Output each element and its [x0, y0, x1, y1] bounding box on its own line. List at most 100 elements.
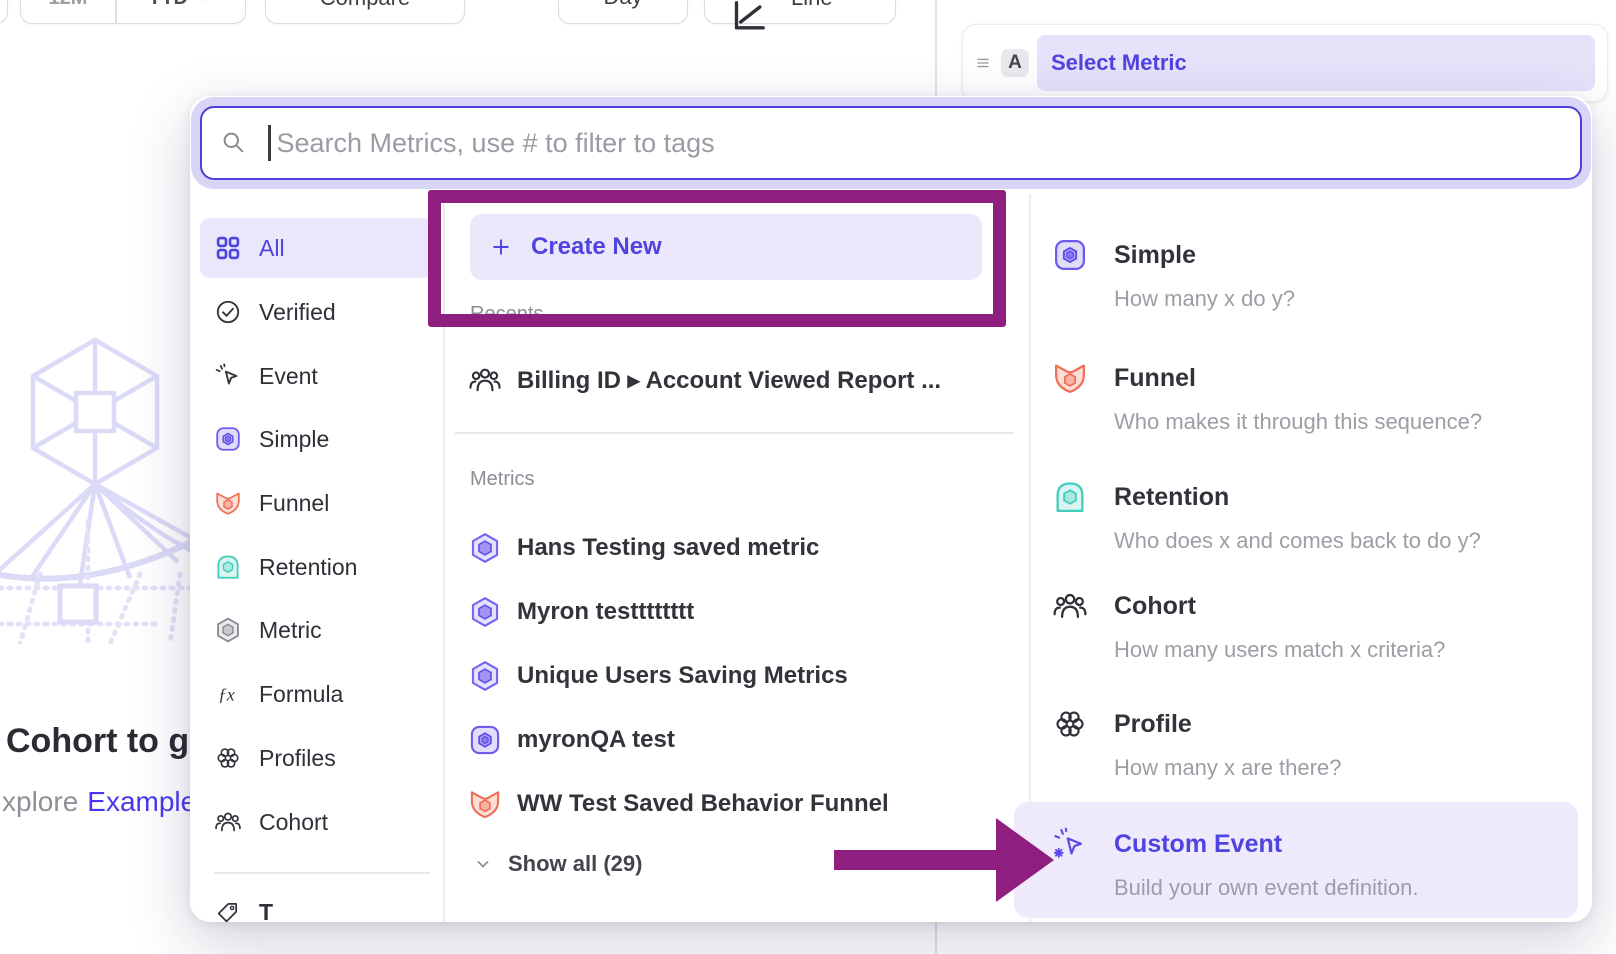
- metric-list-item[interactable]: myronQA test: [468, 716, 675, 764]
- profiles-flower-icon: [1052, 706, 1088, 742]
- funnel-icon: [1052, 360, 1088, 396]
- chevron-down-icon: [472, 853, 494, 875]
- type-title: Simple: [1114, 237, 1295, 273]
- sidebar-item-event[interactable]: Event: [200, 346, 433, 406]
- type-item-funnel[interactable]: Funnel Who makes it through this sequenc…: [1052, 360, 1482, 435]
- sidebar-section-divider: [214, 872, 430, 874]
- cohort-people-icon: [1052, 588, 1088, 624]
- sidebar-item-profiles[interactable]: Profiles: [200, 728, 433, 788]
- retention-icon: [214, 553, 242, 581]
- example-link[interactable]: Example: [87, 786, 196, 817]
- metric-row-card: A Select Metric: [962, 24, 1608, 102]
- recent-item-label: Billing ID ▸ Account Viewed Report ...: [517, 366, 941, 395]
- type-subtitle: Who does x and comes back to do y?: [1114, 528, 1481, 554]
- show-all-button[interactable]: Show all (29): [472, 844, 642, 884]
- sidebar-item-label: Profiles: [259, 745, 336, 772]
- simple-icon: [468, 723, 502, 757]
- funnel-icon: [214, 489, 242, 517]
- show-all-label: Show all (29): [508, 851, 642, 877]
- type-item-cohort[interactable]: Cohort How many users match x criteria?: [1052, 588, 1445, 663]
- drag-handle-icon[interactable]: [973, 53, 993, 73]
- sidebar-item-label: All: [259, 235, 285, 262]
- type-title: Profile: [1114, 706, 1341, 742]
- type-item-custom-event[interactable]: Custom Event Build your own event defini…: [1052, 826, 1419, 901]
- select-metric-pill[interactable]: Select Metric: [1037, 35, 1595, 91]
- metric-list-item[interactable]: Myron testttttttt: [468, 588, 694, 636]
- saved-metric-hexagon-icon: [468, 595, 502, 629]
- sidebar-item-verified[interactable]: Verified: [200, 282, 433, 342]
- subtext-fragment: xplore: [2, 786, 78, 817]
- type-subtitle: Who makes it through this sequence?: [1114, 409, 1482, 435]
- chart-type-line-button[interactable]: Line: [704, 0, 896, 24]
- profiles-flower-icon: [214, 744, 242, 772]
- sidebar-item-retention[interactable]: Retention: [200, 537, 433, 597]
- type-subtitle: How many x do y?: [1114, 286, 1295, 312]
- compare-button[interactable]: Compare: [265, 0, 465, 24]
- custom-event-icon: [1052, 826, 1088, 862]
- metric-item-label: Hans Testing saved metric: [517, 534, 819, 562]
- metric-item-label: Myron testttttttt: [517, 598, 694, 626]
- date-range-control: 12M YTD: [20, 0, 246, 24]
- plus-icon: [488, 234, 514, 260]
- tag-icon: [214, 898, 242, 922]
- metric-letter-badge: A: [1001, 49, 1029, 77]
- saved-metric-hexagon-icon: [468, 531, 502, 565]
- metric-hexagon-icon: [214, 616, 242, 644]
- type-title: Custom Event: [1114, 826, 1419, 862]
- sidebar-item-all[interactable]: All: [200, 218, 433, 278]
- type-item-profile[interactable]: Profile How many x are there?: [1052, 706, 1341, 781]
- cohort-people-icon: [468, 363, 502, 397]
- range-ytd-label: YTD: [148, 0, 188, 10]
- text-cursor: [268, 125, 271, 161]
- sidebar-item-label: Metric: [259, 617, 322, 644]
- create-new-label: Create New: [531, 233, 662, 261]
- type-item-simple[interactable]: Simple How many x do y?: [1052, 237, 1295, 312]
- toolbar-button-fragment[interactable]: [0, 0, 8, 24]
- range-12m-button[interactable]: 12M: [21, 0, 115, 23]
- type-subtitle: Build your own event definition.: [1114, 875, 1419, 901]
- line-chart-icon: [729, 0, 769, 37]
- sidebar-item-label: Retention: [259, 554, 357, 581]
- sidebar-item-partial[interactable]: T: [200, 882, 433, 922]
- sidebar-item-metric[interactable]: Metric: [200, 600, 433, 660]
- recents-metrics-divider: [455, 432, 1013, 434]
- type-item-retention[interactable]: Retention Who does x and comes back to d…: [1052, 479, 1481, 554]
- metric-item-label: myronQA test: [517, 726, 675, 754]
- sidebar-item-label: Simple: [259, 426, 329, 453]
- simple-icon: [1052, 237, 1088, 273]
- sidebar-item-label: Cohort: [259, 809, 328, 836]
- recent-item-billing[interactable]: Billing ID ▸ Account Viewed Report ...: [468, 356, 941, 404]
- type-title: Retention: [1114, 479, 1481, 515]
- chevron-down-icon: [197, 0, 213, 6]
- range-ytd-button[interactable]: YTD: [117, 0, 245, 23]
- sidebar-item-label: Funnel: [259, 490, 329, 517]
- saved-metric-hexagon-icon: [468, 659, 502, 693]
- metrics-heading: Metrics: [470, 468, 534, 491]
- interval-day-button[interactable]: Day: [558, 0, 688, 24]
- grid-icon: [214, 234, 242, 262]
- sidebar-item-simple[interactable]: Simple: [200, 409, 433, 469]
- type-subtitle: How many x are there?: [1114, 755, 1341, 781]
- simple-icon: [214, 425, 242, 453]
- event-cursor-icon: [214, 362, 242, 390]
- metric-list-item[interactable]: Hans Testing saved metric: [468, 524, 819, 572]
- decorative-illustration: [0, 322, 195, 644]
- search-input[interactable]: [275, 112, 1581, 174]
- sidebar-item-cohort[interactable]: Cohort: [200, 792, 433, 852]
- search-icon: [218, 127, 250, 159]
- create-new-button[interactable]: Create New: [470, 214, 982, 280]
- recents-heading: Recents: [470, 303, 543, 326]
- sidebar-item-formula[interactable]: Formula: [200, 664, 433, 724]
- metric-list-item[interactable]: WW Test Saved Behavior Funnel: [468, 780, 889, 828]
- metric-list-item[interactable]: Unique Users Saving Metrics: [468, 652, 848, 700]
- cohort-people-icon: [214, 808, 242, 836]
- sidebar-item-label: Verified: [259, 299, 336, 326]
- sidebar-item-label: Event: [259, 363, 318, 390]
- sidebar-item-funnel[interactable]: Funnel: [200, 473, 433, 533]
- retention-icon: [1052, 479, 1088, 515]
- metric-item-label: Unique Users Saving Metrics: [517, 662, 848, 690]
- metric-picker-modal: All Verified Event Simple Funnel Retenti…: [190, 96, 1592, 922]
- sidebar-divider: [443, 194, 445, 922]
- empty-state-subtext: xplore Example: [2, 786, 196, 818]
- sidebar-item-label: T: [259, 899, 273, 923]
